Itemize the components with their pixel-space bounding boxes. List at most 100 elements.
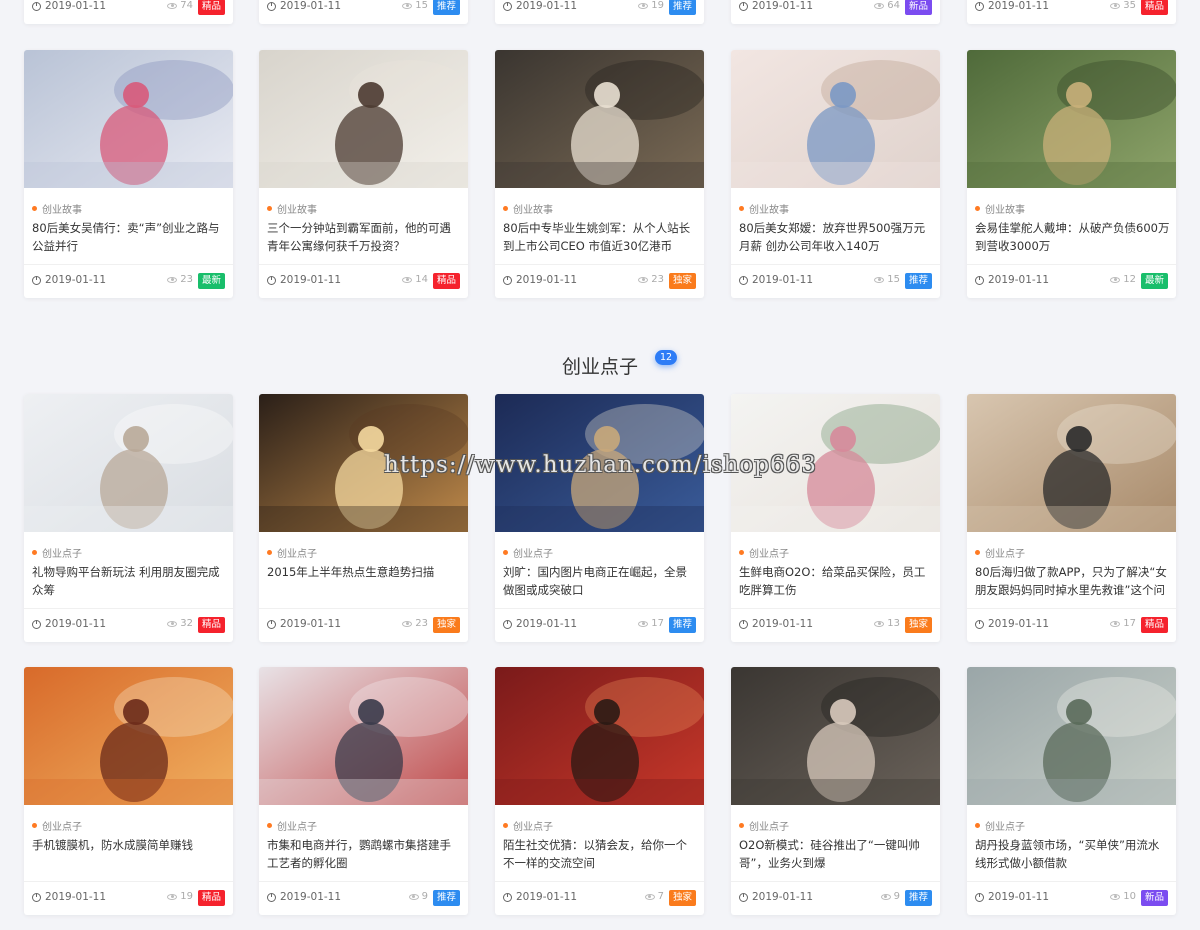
article-card[interactable]: 创业点子 生鲜电商O2O：给菜品买保险，员工吃胖算工伤 2019-01-11 13… <box>731 394 940 642</box>
date-text: 2019-01-11 <box>45 0 107 12</box>
thumbnail-image[interactable] <box>967 667 1176 805</box>
article-card[interactable]: 创业故事 80后美女吴倩行：卖“声”创业之路与公益并行 2019-01-11 23… <box>24 50 233 298</box>
view-count: 15 <box>874 274 900 285</box>
post-date: 2019-01-11 <box>503 891 577 903</box>
article-card[interactable]: 2019-01-11 35 精品 <box>967 0 1176 24</box>
article-title[interactable]: 三个一分钟站到霸军面前，他的可遇青年公寓缘何获千万投资？ <box>267 219 462 255</box>
category-tag[interactable]: 创业点子 <box>32 545 82 560</box>
article-title[interactable]: 80后美女郑嫒：放弃世界500强万元月薪 创办公司年收入140万 <box>739 219 934 255</box>
thumbnail-image[interactable] <box>731 50 940 188</box>
eye-icon <box>402 276 413 283</box>
status-badge: 推荐 <box>904 890 932 906</box>
view-count-text: 19 <box>651 0 664 11</box>
card-footer: 2019-01-11 35 精品 <box>967 0 1176 24</box>
date-text: 2019-01-11 <box>988 0 1050 12</box>
date-text: 2019-01-11 <box>752 274 814 286</box>
article-title[interactable]: 刘旷：国内图片电商正在崛起，全景做图或成突破口 <box>503 563 698 599</box>
article-title[interactable]: 手机镀膜机，防水成膜简单赚钱 <box>32 836 227 872</box>
article-card[interactable]: 创业点子 O2O新模式：硅谷推出了“一键叫帅哥”，业务火到爆 2019-01-11… <box>731 667 940 915</box>
category-tag[interactable]: 创业点子 <box>32 818 82 833</box>
category-tag[interactable]: 创业点子 <box>975 545 1025 560</box>
article-card[interactable]: 2019-01-11 15 推荐 <box>259 0 468 24</box>
category-tag[interactable]: 创业故事 <box>739 201 789 216</box>
category-tag[interactable]: 创业点子 <box>739 545 789 560</box>
card-footer: 2019-01-11 17 推荐 <box>495 608 704 642</box>
eye-icon <box>167 620 178 627</box>
article-card[interactable]: 创业点子 80后海归做了款APP，只为了解决“女朋友跟妈妈同时掉水里先救谁”这个问… <box>967 394 1176 642</box>
category-tag[interactable]: 创业故事 <box>32 201 82 216</box>
article-card[interactable]: 创业点子胡丹投身蓝领市场，“买单侠”用流水线形式做小额借款 2019-01-11… <box>967 667 1176 915</box>
category-tag[interactable]: 创业点子 <box>503 545 553 560</box>
card-row-top-stub: 2019-01-11 74 精品 2019-01-11 15 推荐 2019-0… <box>24 0 1176 24</box>
thumbnail-image[interactable] <box>967 50 1176 188</box>
article-card[interactable]: 2019-01-11 64 新品 <box>731 0 940 24</box>
card-footer: 2019-01-11 9 推荐 <box>731 881 940 915</box>
thumbnail-image[interactable] <box>967 394 1176 532</box>
article-title[interactable]: 会易佳掌舵人戴坤：从破产负债600万到营收3000万 <box>975 219 1170 255</box>
thumbnail-image[interactable] <box>731 667 940 805</box>
category-label: 创业故事 <box>42 205 82 216</box>
article-title[interactable]: 礼物导购平台新玩法 利用朋友圈完成众筹 <box>32 563 227 599</box>
article-card[interactable]: 创业点子 2015年上半年热点生意趋势扫描 2019-01-11 23 独家 <box>259 394 468 642</box>
card-footer: 2019-01-11 12 最新 <box>967 264 1176 298</box>
thumbnail-image[interactable] <box>259 667 468 805</box>
category-dot-icon <box>503 206 508 211</box>
category-tag[interactable]: 创业点子 <box>267 818 317 833</box>
thumbnail-image[interactable] <box>24 50 233 188</box>
thumbnail-image[interactable] <box>24 667 233 805</box>
article-title[interactable]: 80后美女吴倩行：卖“声”创业之路与公益并行 <box>32 219 227 255</box>
article-card[interactable]: 创业点子刘旷：国内图片电商正在崛起，全景做图或成突破口 2019-01-11 1… <box>495 394 704 642</box>
card-footer: 2019-01-11 15 推荐 <box>731 264 940 298</box>
view-count: 12 <box>1110 274 1136 285</box>
section-count-badge: 12 <box>655 350 678 365</box>
post-date: 2019-01-11 <box>739 0 813 12</box>
article-title[interactable]: O2O新模式：硅谷推出了“一键叫帅哥”，业务火到爆 <box>739 836 934 872</box>
article-card[interactable]: 创业点子 市集和电商并行，鹦鹉螺市集搭建手工艺者的孵化圈 2019-01-11 9… <box>259 667 468 915</box>
eye-icon <box>874 620 885 627</box>
category-tag[interactable]: 创业点子 <box>267 545 317 560</box>
article-title[interactable]: 市集和电商并行，鹦鹉螺市集搭建手工艺者的孵化圈 <box>267 836 462 872</box>
article-card[interactable]: 创业点子 礼物导购平台新玩法 利用朋友圈完成众筹 2019-01-11 32 精品 <box>24 394 233 642</box>
article-title[interactable]: 生鲜电商O2O：给菜品买保险，员工吃胖算工伤 <box>739 563 934 599</box>
article-card[interactable]: 创业故事 80后中专毕业生姚剑军：从个人站长到上市公司CEO 市值近30亿港币 2… <box>495 50 704 298</box>
article-card[interactable]: 创业故事三个一分钟站到霸军面前，他的可遇青年公寓缘何获千万投资？ 2019-01… <box>259 50 468 298</box>
card-footer: 2019-01-11 23 独家 <box>495 264 704 298</box>
status-badge: 精品 <box>197 617 225 633</box>
article-title[interactable]: 2015年上半年热点生意趋势扫描 <box>267 563 462 599</box>
thumbnail-image[interactable] <box>495 50 704 188</box>
clock-icon <box>32 275 41 285</box>
category-tag[interactable]: 创业故事 <box>503 201 553 216</box>
view-count-text: 15 <box>887 274 900 285</box>
post-date: 2019-01-11 <box>975 891 1049 903</box>
article-card[interactable]: 创业故事 80后美女郑嫒：放弃世界500强万元月薪 创办公司年收入140万 201… <box>731 50 940 298</box>
card-row-2: 创业点子 礼物导购平台新玩法 利用朋友圈完成众筹 2019-01-11 32 精品… <box>24 394 1176 642</box>
date-text: 2019-01-11 <box>280 891 342 903</box>
thumbnail-image[interactable] <box>495 667 704 805</box>
article-title[interactable]: 陌生社交优猜：以猜会友，给你一个不一样的交流空间 <box>503 836 698 872</box>
category-tag[interactable]: 创业点子 <box>503 818 553 833</box>
status-badge: 精品 <box>1140 0 1168 15</box>
category-tag[interactable]: 创业点子 <box>739 818 789 833</box>
date-text: 2019-01-11 <box>280 274 342 286</box>
clock-icon <box>975 619 984 629</box>
status-badge: 精品 <box>1140 617 1168 633</box>
category-tag[interactable]: 创业点子 <box>975 818 1025 833</box>
eye-icon <box>1110 276 1121 283</box>
date-text: 2019-01-11 <box>280 0 342 12</box>
card-footer: 2019-01-11 19 推荐 <box>495 0 704 24</box>
article-title[interactable]: 80后中专毕业生姚剑军：从个人站长到上市公司CEO 市值近30亿港币 <box>503 219 698 255</box>
view-count: 32 <box>167 618 193 629</box>
article-card[interactable]: 2019-01-11 74 精品 <box>24 0 233 24</box>
article-card[interactable]: 创业点子 陌生社交优猜：以猜会友，给你一个不一样的交流空间 2019-01-11 … <box>495 667 704 915</box>
article-card[interactable]: 创业故事会易佳掌舵人戴坤：从破产负债600万到营收3000万 2019-01-1… <box>967 50 1176 298</box>
category-tag[interactable]: 创业故事 <box>975 201 1025 216</box>
article-title[interactable]: 80后海归做了款APP，只为了解决“女朋友跟妈妈同时掉水里先救谁”这个问题 <box>975 563 1170 599</box>
article-title[interactable]: 胡丹投身蓝领市场，“买单侠”用流水线形式做小额借款 <box>975 836 1170 872</box>
view-count-text: 17 <box>651 618 664 629</box>
thumbnail-image[interactable] <box>259 50 468 188</box>
thumbnail-image[interactable] <box>24 394 233 532</box>
clock-icon <box>267 1 276 11</box>
article-card[interactable]: 2019-01-11 19 推荐 <box>495 0 704 24</box>
category-tag[interactable]: 创业故事 <box>267 201 317 216</box>
article-card[interactable]: 创业点子 手机镀膜机，防水成膜简单赚钱 2019-01-11 19 精品 <box>24 667 233 915</box>
